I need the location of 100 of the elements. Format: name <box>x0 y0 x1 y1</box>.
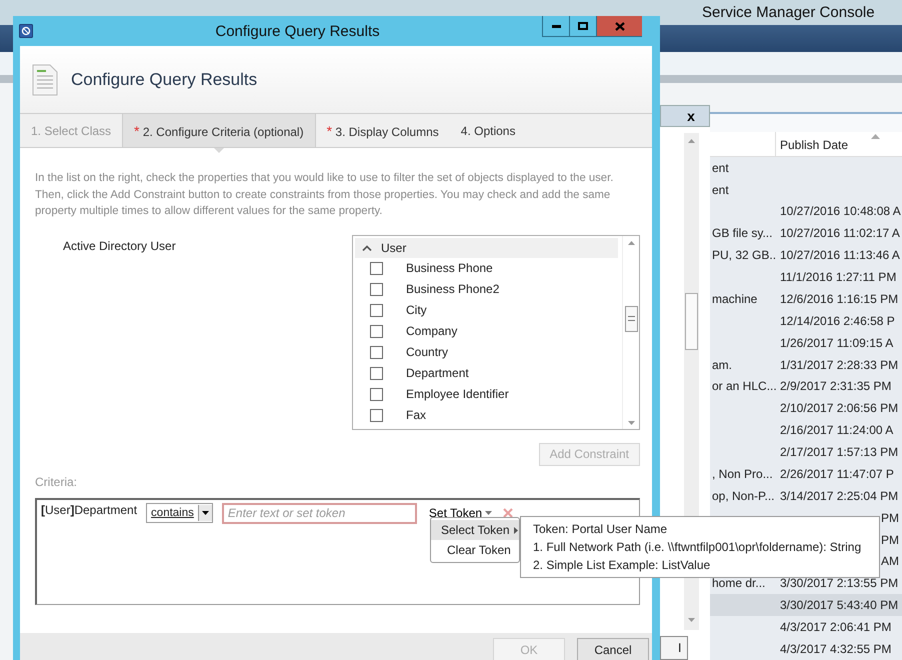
table-cell: machine <box>712 292 758 306</box>
table-cell: ent <box>712 182 729 197</box>
table-cell: 2/16/2017 11:24:00 A <box>780 423 894 438</box>
list-row[interactable]: 2/10/2017 2:06:56 PM <box>710 397 902 420</box>
table-cell: 3/30/2017 2:13:55 PM <box>780 576 898 590</box>
caret-down-icon <box>628 420 634 424</box>
table-cell: 2/26/2017 11:47:07 P <box>780 466 894 481</box>
list-row[interactable]: 1/26/2017 11:09:15 A <box>710 332 902 354</box>
property-list[interactable]: User Business Phone Business Phone2 City Company Country Department Employee Identifier Fax <box>352 234 640 430</box>
property-label: Business Phone <box>406 261 493 275</box>
close-icon <box>614 22 624 30</box>
list-row[interactable]: 2/17/2017 1:57:13 PM <box>710 441 902 464</box>
table-cell: 1/26/2017 11:09:15 A <box>780 336 894 350</box>
button[interactable]: l <box>660 636 688 660</box>
list-row[interactable]: 11/1/2016 1:27:11 PM <box>710 266 902 288</box>
table-cell: 11/1/2016 1:27:11 PM <box>780 270 896 284</box>
checkbox[interactable] <box>370 346 383 358</box>
list-row[interactable]: op, Non-P... 3/14/2017 2:25:04 PM <box>710 484 902 507</box>
scrollbar[interactable] <box>622 236 639 428</box>
property-label: Business Phone2 <box>406 282 500 296</box>
page-title: Configure Query Results <box>71 70 258 90</box>
property-label: Country <box>406 345 448 359</box>
table-cell: or an HLC... <box>712 379 776 394</box>
list-row[interactable]: , Non Pro... 2/26/2017 11:47:07 P <box>710 463 902 485</box>
table-cell: 12/14/2016 2:46:58 P <box>780 314 895 328</box>
set-token-button[interactable]: Set Token <box>428 506 492 520</box>
menu-item[interactable]: 1. Full Network Path (i.e. \\ftwntfilp001\opr\foldername): String <box>533 538 879 556</box>
table-cell: GB file sy... <box>712 226 772 240</box>
window-title: Service Manager Console <box>702 4 875 21</box>
app-icon <box>19 24 33 38</box>
list-row[interactable]: am. 1/31/2017 2:28:33 PM <box>710 354 902 376</box>
list-row[interactable]: machine 12/6/2016 1:16:15 PM <box>710 288 902 310</box>
group-label: User <box>381 240 406 254</box>
table-cell: op, Non-P... <box>712 488 774 503</box>
selected-row[interactable]: 3/30/2017 5:43:40 PM <box>710 594 902 616</box>
menu-item[interactable]: Select Token <box>431 520 519 540</box>
table-cell: 12/6/2016 1:16:15 PM <box>780 292 898 306</box>
table-cell: 2/17/2017 1:57:13 PM <box>780 445 898 460</box>
checkbox[interactable] <box>370 324 383 338</box>
list-row[interactable]: 4/3/2017 4:32:55 PM <box>710 638 902 660</box>
minimize-button[interactable] <box>542 16 569 37</box>
caret-up-icon <box>688 139 694 143</box>
table-cell: 2/10/2017 2:06:56 PM <box>780 401 898 416</box>
criteria-label: Criteria: <box>35 474 78 488</box>
property-label: Employee Identifier <box>406 387 509 401</box>
maximize-button[interactable] <box>569 16 596 37</box>
dialog-button[interactable]: Cancel <box>577 638 649 660</box>
table-cell: 4/3/2017 2:06:41 PM <box>780 620 892 634</box>
value-input-field[interactable]: Enter text or set token <box>222 502 417 524</box>
maximize-icon <box>578 22 588 30</box>
table-cell: , Non Pro... <box>712 466 773 481</box>
table-cell: PM <box>881 510 899 525</box>
remove-button[interactable] <box>503 508 514 518</box>
list-row[interactable]: 2/16/2017 11:24:00 A <box>710 419 902 442</box>
checkbox[interactable] <box>370 366 383 380</box>
dropdown-arrow-icon <box>202 511 209 515</box>
group-header[interactable]: User <box>355 238 618 258</box>
checkbox[interactable] <box>370 262 383 274</box>
menu-item[interactable]: 2. Simple List Example: ListValue <box>533 556 879 574</box>
class-label: Active Directory User <box>62 238 176 254</box>
checkbox[interactable] <box>370 282 383 296</box>
document-icon <box>32 64 58 96</box>
menu-item[interactable]: Token: Portal User Name <box>533 520 879 538</box>
property-label: Department <box>406 366 469 380</box>
close-button[interactable] <box>596 16 642 37</box>
scrollbar-thumb[interactable] <box>684 293 698 350</box>
checkbox[interactable] <box>370 408 383 422</box>
table-cell: 2/9/2017 2:31:35 PM <box>780 379 892 394</box>
list-row[interactable]: ent <box>710 156 902 179</box>
table-cell: 4/3/2017 4:32:55 PM <box>780 642 892 656</box>
property-label: Fax <box>406 408 426 422</box>
table-cell: 10/27/2016 11:13:46 A <box>780 248 900 262</box>
table-cell: AM <box>881 554 899 568</box>
list-row[interactable]: 10/27/2016 10:48:08 A <box>710 200 902 222</box>
caret-down-icon <box>688 618 694 622</box>
close-button[interactable]: x <box>660 105 710 127</box>
table-cell: PU, 32 GB... <box>712 248 776 262</box>
window-title: Configure Query Results <box>214 22 381 40</box>
list-row[interactable]: 12/14/2016 2:46:58 P <box>710 310 902 332</box>
list-row[interactable]: or an HLC... 2/9/2017 2:31:35 PM <box>710 376 902 398</box>
tab[interactable]: * 3. Display Columns <box>316 114 450 147</box>
submenu-arrow-icon <box>514 526 518 534</box>
table-cell: ent <box>712 160 729 175</box>
table-cell: 10/27/2016 10:48:08 A <box>780 204 901 218</box>
checkbox[interactable] <box>370 388 383 400</box>
minimize-icon <box>552 24 560 28</box>
list-row[interactable]: PU, 32 GB...10/27/2016 11:13:46 A <box>710 244 902 266</box>
table-cell: 1/31/2017 2:28:33 PM <box>780 358 898 372</box>
header-label: Publish Date <box>780 138 848 152</box>
property-label: Company <box>406 324 458 338</box>
menu-item[interactable]: Clear Token <box>431 540 519 560</box>
list-row[interactable]: ent <box>710 178 902 201</box>
table-cell: 10/27/2016 11:02:17 A <box>780 226 900 240</box>
tab[interactable]: 4. Options <box>450 114 526 147</box>
list-row[interactable]: 4/3/2017 2:06:41 PM <box>710 616 902 638</box>
list-row[interactable]: GB file sy... 10/27/2016 11:02:17 A <box>710 222 902 244</box>
checkbox[interactable] <box>370 304 383 316</box>
operator-dropdown[interactable]: contains <box>146 503 213 523</box>
table-cell: 3/14/2017 2:25:04 PM <box>780 488 898 503</box>
table-cell: 3/30/2017 5:43:40 PM <box>780 598 898 612</box>
